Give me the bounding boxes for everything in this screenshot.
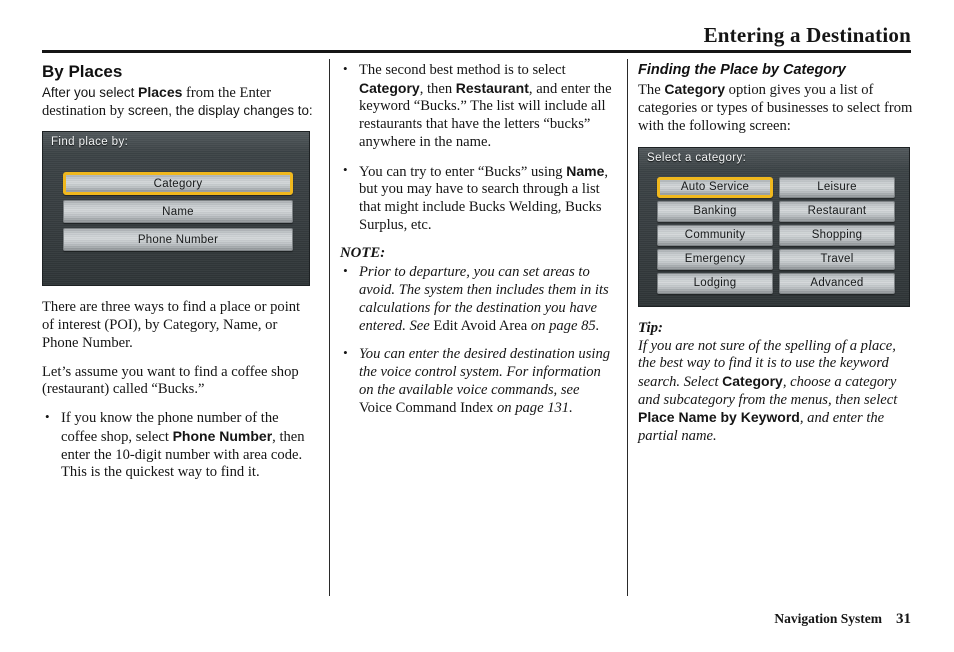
cat-intro-part1: The <box>638 82 665 99</box>
nav-screen-title: Select a category: <box>647 151 747 164</box>
page-footer: Navigation System 31 <box>42 611 911 628</box>
category-button-lodging[interactable]: Lodging <box>657 272 773 294</box>
intro-bold-places: Places <box>138 84 183 101</box>
paragraph-places-intro: After you select Places from the Enter d… <box>42 84 314 120</box>
category-button-emergency[interactable]: Emergency <box>657 248 773 270</box>
tip-bold-category: Category <box>722 372 783 389</box>
nav-button-name[interactable]: Name <box>63 200 293 224</box>
category-button-community[interactable]: Community <box>657 224 773 246</box>
category-button-auto-service[interactable]: Auto Service <box>657 176 773 198</box>
cat-intro-bold-category: Category <box>664 81 726 98</box>
tip-bold-place-name-by-keyword: Place Name by Keyword <box>638 409 800 426</box>
page-header: Entering a Destination <box>42 24 911 46</box>
header-rule <box>42 50 911 53</box>
method-bold-restaurant: Restaurant <box>455 79 529 96</box>
nav-button-list: Category Name Phone Number <box>63 172 293 256</box>
nav-button-category[interactable]: Category <box>63 172 293 196</box>
footer-page-number: 31 <box>896 611 911 627</box>
note1-roman-edit-avoid-area: Edit Avoid Area <box>433 317 528 334</box>
category-button-grid: Auto Service Leisure Banking Restaurant … <box>657 176 895 294</box>
paragraph-three-ways: There are three ways to find a place or … <box>42 299 301 351</box>
method-text-part1: The second best method is to select <box>359 62 566 78</box>
note2-text-part1: You can enter the desired destination us… <box>359 346 611 398</box>
paragraph-category-intro: The Category option gives you a list of … <box>638 81 914 135</box>
list-item-phone-number: If you know the phone number of the coff… <box>42 409 314 482</box>
bullet-list-notes: Prior to departure, you can set areas to… <box>340 263 612 417</box>
bullet-bold-phone-number: Phone Number <box>172 427 273 444</box>
footer-book-title: Navigation System <box>774 611 882 626</box>
paragraph-tip-body: If you are not sure of the spelling of a… <box>638 338 914 446</box>
note2-text-part2: on page 131. <box>493 399 573 416</box>
category-button-advanced[interactable]: Advanced <box>779 272 895 294</box>
list-item-note-avoid-area: Prior to departure, you can set areas to… <box>340 263 612 335</box>
nav-screen-select-a-category: Select a category: Auto Service Leisure … <box>638 146 910 307</box>
list-item-category-method: The second best method is to select Cate… <box>340 61 612 152</box>
nav-screen-find-place-by: Find place by: Category Name Phone Numbe… <box>42 131 310 287</box>
intro-text-part1: After you select <box>42 85 139 101</box>
bullet-list-methods: The second best method is to select Cate… <box>340 61 612 235</box>
category-button-travel[interactable]: Travel <box>779 248 895 270</box>
tip-heading: Tip: <box>638 319 663 336</box>
name-text-part1: You can try to enter “Bucks” using <box>359 163 567 180</box>
category-button-banking[interactable]: Banking <box>657 200 773 222</box>
nav-screen-title: Find place by: <box>51 136 129 149</box>
category-button-restaurant[interactable]: Restaurant <box>779 200 895 222</box>
paragraph-assume-coffee: Let’s assume you want to find a coffee s… <box>42 363 299 398</box>
column-divider-left <box>329 59 330 596</box>
nav-button-phone-number[interactable]: Phone Number <box>63 228 293 252</box>
column-middle: The second best method is to select Cate… <box>340 61 612 428</box>
page-title: Entering a Destination <box>703 23 911 47</box>
column-divider-right <box>627 59 628 596</box>
bullet-list-left: If you know the phone number of the coff… <box>42 409 314 482</box>
note2-roman-voice-command-index: Voice Command Index <box>359 399 494 416</box>
section-heading-by-places: By Places <box>42 62 123 81</box>
column-right: Finding the Place by Category The Catego… <box>638 62 914 446</box>
name-bold-name: Name <box>566 162 605 179</box>
list-item-note-voice-control: You can enter the desired destination us… <box>340 345 612 417</box>
column-left: By Places After you select Places from t… <box>42 62 314 493</box>
note1-text-part2: on page 85. <box>527 317 600 334</box>
section-heading-finding-place-by-category: Finding the Place by Category <box>638 62 846 78</box>
note-heading: NOTE: <box>340 245 386 262</box>
method-text-part2: , then <box>419 80 456 97</box>
category-button-leisure[interactable]: Leisure <box>779 176 895 198</box>
method-bold-category: Category <box>359 79 420 96</box>
list-item-name-method: You can try to enter “Bucks” using Name,… <box>340 162 612 235</box>
intro-text-part3: screen, the display changes to: <box>124 102 313 118</box>
category-button-shopping[interactable]: Shopping <box>779 224 895 246</box>
